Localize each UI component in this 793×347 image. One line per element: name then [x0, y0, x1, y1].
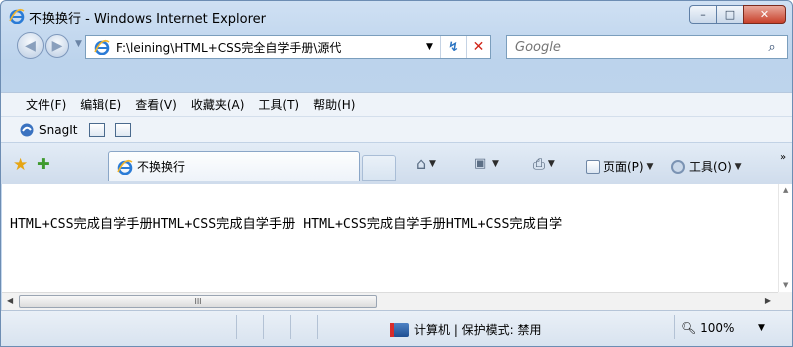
scroll-down-icon[interactable]: ▼ [783, 281, 788, 289]
printer-icon: ⎙ [533, 155, 546, 173]
feeds-button[interactable]: ▣ ▼ [474, 156, 499, 171]
ie-window: 不换换行 - Windows Internet Explorer – □ ✕ ◀… [0, 0, 793, 347]
status-bar: 计算机 | 保护模式: 禁用 🔍︎ 100% ▼ [1, 310, 792, 346]
address-bar[interactable]: F:\leining\HTML+CSS完全自学手册\源代 ▼ ↯ ✕ [85, 35, 491, 59]
maximize-button[interactable]: □ [716, 5, 743, 24]
chevron-down-icon[interactable]: ▼ [644, 162, 653, 172]
favorites-star-icon[interactable]: ★ [13, 155, 28, 175]
page-menu-button[interactable]: 页面(P) ▼ [586, 158, 653, 175]
page-content: HTML+CSS完成自学手册HTML+CSS完成自学手册 HTML+CSS完成自… [2, 184, 778, 292]
search-input[interactable] [515, 39, 757, 55]
print-button[interactable]: ⎙ ▼ [533, 155, 555, 173]
status-divider [317, 315, 318, 339]
menu-edit[interactable]: 编辑(E) [80, 96, 121, 113]
page-icon [586, 159, 600, 174]
menu-file[interactable]: 文件(F) [26, 96, 66, 113]
search-box[interactable]: ⌕ [506, 35, 788, 59]
content-text: HTML+CSS完成自学手册HTML+CSS完成自学手册 HTML+CSS完成自… [10, 217, 563, 232]
zoom-dropdown-icon[interactable]: ▼ [758, 323, 765, 333]
window-title: 不换换行 - Windows Internet Explorer [29, 12, 266, 27]
snagit-capture-icon[interactable] [89, 122, 106, 137]
tab-label: 不换换行 [137, 160, 186, 174]
address-dropdown-icon[interactable]: ▼ [426, 42, 440, 52]
scroll-up-icon[interactable]: ▲ [783, 186, 788, 194]
chevron-down-icon[interactable]: ▼ [486, 159, 499, 169]
tab-ie-icon [117, 159, 133, 175]
navigation-bar: ◀ ▶ ▼ F:\leining\HTML+CSS完全自学手册\源代 ▼ ↯ ✕… [1, 31, 792, 63]
tab-active[interactable]: 不换换行 [108, 151, 360, 181]
status-divider [263, 315, 264, 339]
arrow-left-icon: ◀ [25, 37, 36, 54]
menu-view[interactable]: 查看(V) [135, 96, 177, 113]
security-zone-label: 计算机 | 保护模式: 禁用 [414, 323, 542, 337]
page-ie-icon [94, 39, 110, 55]
snagit-icon [20, 123, 34, 136]
computer-zone-icon [390, 322, 409, 337]
home-icon: ⌂ [416, 154, 427, 173]
status-divider [674, 315, 675, 339]
scroll-left-icon[interactable]: ◀ [7, 296, 13, 305]
stop-button[interactable]: ✕ [466, 36, 490, 58]
recent-pages-dropdown[interactable]: ▼ [75, 39, 82, 49]
refresh-button[interactable]: ↯ [440, 36, 466, 58]
chevron-down-icon[interactable]: ▼ [426, 159, 436, 169]
tab-command-bar: ★ ✚ 不换换行 ⌂ ▼ ▣ ▼ ⎙ ▼ 页面(P) ▼ 工具(O) ▼ » [1, 142, 792, 184]
zoom-level[interactable]: 🔍︎ 100% [681, 321, 734, 335]
menu-favorites[interactable]: 收藏夹(A) [191, 96, 245, 113]
snagit-toolbar: SnagIt [1, 116, 792, 142]
zoom-value: 100% [700, 321, 735, 335]
zoom-icon: 🔍︎ [681, 321, 697, 335]
ie-logo-icon [9, 8, 25, 24]
back-button[interactable]: ◀ [17, 32, 44, 59]
tools-menu-label: 工具(O) [689, 160, 732, 174]
tools-menu-button[interactable]: 工具(O) ▼ [671, 158, 742, 175]
vertical-scrollbar[interactable]: ▲ ▼ [778, 184, 792, 292]
minimize-button[interactable]: – [689, 5, 716, 24]
snagit-editor-icon[interactable] [115, 122, 132, 137]
chevron-down-icon[interactable]: ▼ [545, 159, 555, 169]
scrollbar-corner [778, 292, 792, 310]
forward-button[interactable]: ▶ [45, 34, 69, 58]
add-favorite-icon[interactable]: ✚ [37, 155, 50, 173]
caption-buttons: – □ ✕ [689, 5, 786, 24]
menu-tools[interactable]: 工具(T) [258, 96, 299, 113]
status-divider [290, 315, 291, 339]
chevron-down-icon[interactable]: ▼ [732, 162, 742, 172]
menu-help[interactable]: 帮助(H) [313, 96, 355, 113]
menu-bar: 文件(F) 编辑(E) 查看(V) 收藏夹(A) 工具(T) 帮助(H) [1, 92, 792, 116]
more-commands-button[interactable]: » [780, 152, 786, 163]
home-button[interactable]: ⌂ ▼ [416, 154, 436, 173]
security-zone[interactable]: 计算机 | 保护模式: 禁用 [390, 321, 542, 338]
address-url[interactable]: F:\leining\HTML+CSS完全自学手册\源代 [116, 39, 426, 56]
title-bar: 不换换行 - Windows Internet Explorer – □ ✕ [1, 1, 792, 31]
arrow-right-icon: ▶ [51, 38, 63, 54]
horizontal-scrollbar[interactable]: ◀ III ▶ [2, 292, 778, 310]
page-menu-label: 页面(P) [603, 160, 644, 174]
new-tab-button[interactable] [362, 155, 396, 181]
gear-icon [671, 159, 685, 174]
scroll-right-icon[interactable]: ▶ [765, 296, 771, 305]
snagit-button[interactable]: SnagIt [39, 123, 77, 137]
search-icon[interactable]: ⌕ [757, 40, 787, 55]
close-button[interactable]: ✕ [743, 5, 786, 24]
horizontal-scroll-thumb[interactable]: III [19, 295, 377, 308]
feeds-icon: ▣ [474, 156, 487, 171]
status-divider [236, 315, 237, 339]
